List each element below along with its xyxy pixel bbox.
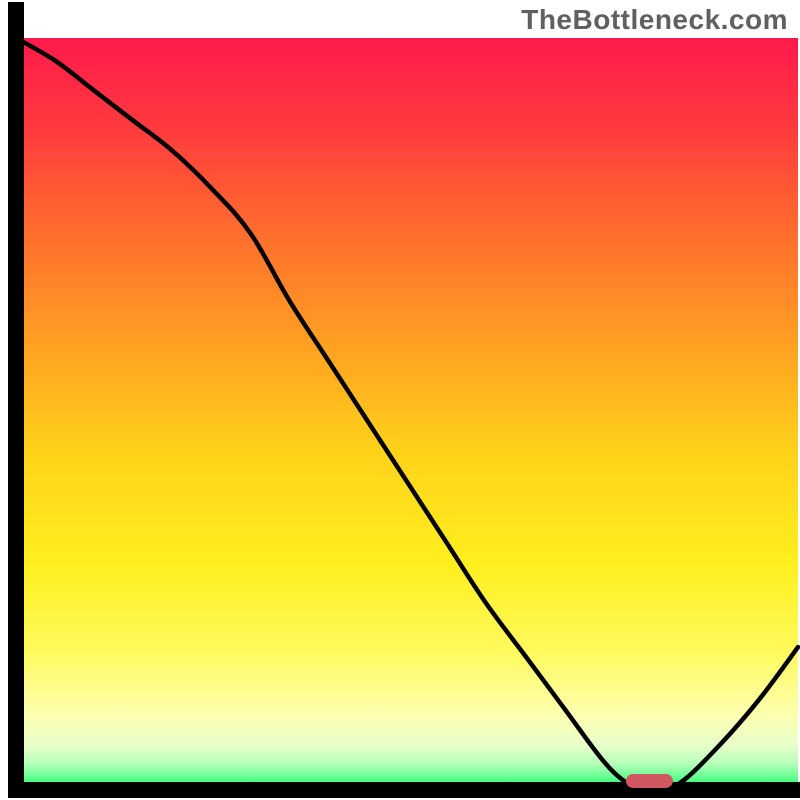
chart-svg xyxy=(0,0,800,800)
bottleneck-chart: TheBottleneck.com xyxy=(0,0,800,800)
optimum-marker xyxy=(626,774,673,788)
chart-background xyxy=(16,38,798,790)
